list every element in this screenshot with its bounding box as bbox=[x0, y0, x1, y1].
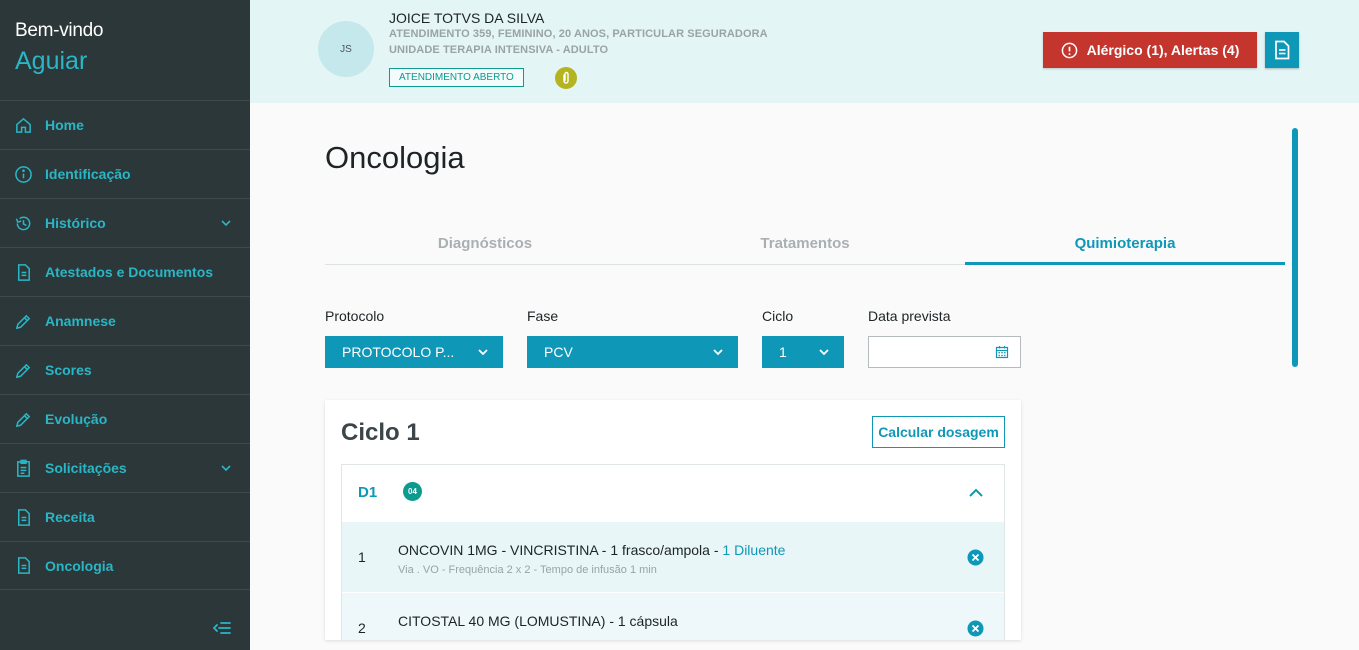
avatar: JS bbox=[318, 21, 374, 77]
fase-label: Fase bbox=[527, 308, 559, 324]
remove-icon[interactable] bbox=[967, 549, 984, 566]
chevron-down-icon bbox=[478, 349, 488, 356]
sidebar-item-label: Oncologia bbox=[45, 557, 114, 574]
sidebar-item-label: Atestados e Documentos bbox=[45, 264, 214, 280]
sidebar-item-receita[interactable]: Receita bbox=[0, 492, 250, 541]
sidebar-item-label: Home bbox=[45, 117, 84, 133]
drug-number: 1 bbox=[358, 549, 366, 565]
sidebar-item-label: Identificação bbox=[45, 166, 131, 182]
diluent-link[interactable]: 1 Diluente bbox=[722, 542, 785, 558]
username: Aguiar bbox=[15, 47, 88, 75]
alerts-label: Alérgico (1), Alertas (4) bbox=[1086, 42, 1240, 58]
ciclo-label: Ciclo bbox=[762, 308, 794, 324]
welcome-text: Bem-vindo bbox=[15, 20, 104, 41]
sidebar-item-home[interactable]: Home bbox=[0, 100, 250, 149]
pencil-icon bbox=[15, 314, 31, 329]
fase-value: PCV bbox=[544, 344, 573, 360]
document-icon bbox=[17, 263, 30, 281]
protocolo-value: PROTOCOLO P... bbox=[342, 344, 455, 360]
sidebar-item-anamnese[interactable]: Anamnese bbox=[0, 296, 250, 345]
calcular-dosagem-button[interactable]: Calcular dosagem bbox=[872, 416, 1005, 448]
attachment-icon[interactable] bbox=[555, 67, 577, 89]
sidebar-item-label: Solicitações bbox=[45, 460, 127, 476]
sidebar-item-label: Histórico bbox=[45, 215, 106, 231]
tabs: Diagnósticos Tratamentos Quimioterapia bbox=[325, 225, 1285, 265]
sidebar-item-evolucao[interactable]: Evolução bbox=[0, 394, 250, 443]
data-prevista-label: Data prevista bbox=[868, 308, 951, 324]
document-icon bbox=[17, 508, 30, 526]
cycle-card: Ciclo 1 Calcular dosagem D1 04 1 ONCOVIN… bbox=[325, 400, 1021, 640]
info-icon bbox=[15, 165, 32, 183]
collapse-menu-icon[interactable] bbox=[213, 620, 231, 636]
home-icon bbox=[16, 117, 31, 133]
chevron-down-icon[interactable] bbox=[220, 217, 232, 229]
pencil-icon bbox=[15, 363, 31, 378]
day-label: D1 bbox=[358, 484, 378, 501]
drug-number: 2 bbox=[358, 620, 366, 636]
sidebar-item-label: Scores bbox=[45, 362, 92, 378]
fase-select[interactable]: PCV bbox=[527, 336, 738, 368]
drug-name: CITOSTAL 40 MG (LOMUSTINA) - 1 cápsula bbox=[398, 613, 678, 629]
chevron-down-icon[interactable] bbox=[220, 462, 232, 474]
day-count-badge: 04 bbox=[403, 482, 422, 501]
patient-header: JS JOICE TOTVS DA SILVA ATENDIMENTO 359,… bbox=[250, 0, 1359, 103]
protocolo-select[interactable]: PROTOCOLO P... bbox=[325, 336, 503, 368]
sidebar-item-scores[interactable]: Scores bbox=[0, 345, 250, 394]
drug-name-text: CITOSTAL 40 MG (LOMUSTINA) - 1 cápsula bbox=[398, 613, 678, 629]
chevron-up-icon[interactable] bbox=[968, 488, 984, 498]
alerts-button[interactable]: Alérgico (1), Alertas (4) bbox=[1043, 32, 1257, 68]
patient-info-line: ATENDIMENTO 359, FEMININO, 20 ANOS, PART… bbox=[389, 28, 768, 40]
sidebar-item-atestados[interactable]: Atestados e Documentos bbox=[0, 247, 250, 296]
calendar-icon[interactable] bbox=[995, 345, 1009, 359]
document-button[interactable] bbox=[1265, 32, 1299, 68]
alert-icon bbox=[1061, 42, 1077, 58]
document-icon bbox=[1275, 40, 1290, 60]
patient-unit-line: UNIDADE TERAPIA INTENSIVA - ADULTO bbox=[389, 44, 609, 56]
tab-quimioterapia[interactable]: Quimioterapia bbox=[965, 225, 1285, 265]
sidebar-menu: Home Identificação Histórico Atestados e… bbox=[0, 100, 250, 590]
document-icon bbox=[17, 557, 30, 574]
sidebar: Bem-vindo Aguiar Home Identificação Hist… bbox=[0, 0, 250, 650]
sidebar-item-label: Evolução bbox=[45, 411, 108, 427]
tab-tratamentos[interactable]: Tratamentos bbox=[645, 225, 965, 264]
data-prevista-input[interactable] bbox=[868, 336, 1021, 368]
protocolo-label: Protocolo bbox=[325, 308, 385, 324]
pencil-icon bbox=[15, 412, 31, 427]
sidebar-item-label: Receita bbox=[45, 509, 95, 525]
drug-row: 2 CITOSTAL 40 MG (LOMUSTINA) - 1 cápsula bbox=[342, 593, 1004, 640]
scrollbar[interactable] bbox=[1292, 128, 1298, 367]
drug-row: 1 ONCOVIN 1MG - VINCRISTINA - 1 frasco/a… bbox=[342, 522, 1004, 593]
patient-name: JOICE TOTVS DA SILVA bbox=[389, 10, 545, 26]
drug-name-text: ONCOVIN 1MG - VINCRISTINA - 1 frasco/amp… bbox=[398, 542, 723, 558]
sidebar-item-oncologia[interactable]: Oncologia bbox=[0, 541, 250, 590]
tab-diagnosticos[interactable]: Diagnósticos bbox=[325, 225, 645, 264]
sidebar-item-solicitacoes[interactable]: Solicitações bbox=[0, 443, 250, 492]
page-title: Oncologia bbox=[325, 140, 465, 175]
drug-details: Via . VO - Frequência 2 x 2 - Tempo de i… bbox=[398, 564, 657, 576]
drug-name: ONCOVIN 1MG - VINCRISTINA - 1 frasco/amp… bbox=[398, 542, 785, 558]
day-block: D1 04 1 ONCOVIN 1MG - VINCRISTINA - 1 fr… bbox=[341, 464, 1005, 640]
clipboard-icon bbox=[17, 459, 30, 477]
chevron-down-icon bbox=[819, 349, 829, 356]
history-icon bbox=[15, 216, 31, 230]
day-header[interactable]: D1 04 bbox=[342, 465, 1004, 522]
status-badge: ATENDIMENTO ABERTO bbox=[389, 68, 524, 87]
ciclo-select[interactable]: 1 bbox=[762, 336, 844, 368]
sidebar-item-label: Anamnese bbox=[45, 313, 116, 329]
sidebar-item-identificacao[interactable]: Identificação bbox=[0, 149, 250, 198]
cycle-title: Ciclo 1 bbox=[341, 419, 420, 446]
sidebar-item-historico[interactable]: Histórico bbox=[0, 198, 250, 247]
ciclo-value: 1 bbox=[779, 344, 787, 360]
chevron-down-icon bbox=[713, 349, 723, 356]
remove-icon[interactable] bbox=[967, 620, 984, 637]
